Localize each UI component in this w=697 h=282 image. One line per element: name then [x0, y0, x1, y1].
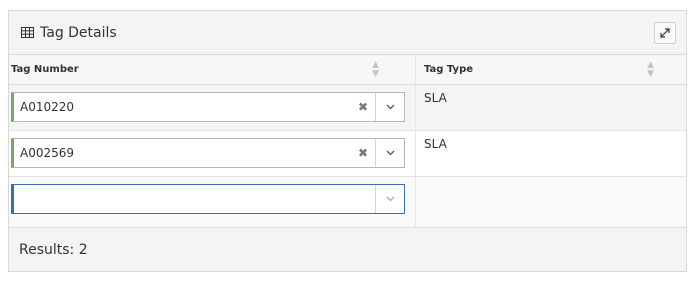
tag-number-combobox[interactable]: A010220 ✖: [11, 92, 405, 122]
tag-number-cell: [9, 176, 416, 228]
new-tag-number-combobox[interactable]: [11, 184, 405, 214]
sort-icon[interactable]: ▲ ▼: [647, 60, 654, 79]
chevron-down-icon: [386, 150, 394, 156]
dropdown-button[interactable]: [375, 139, 404, 167]
table-row: [9, 176, 686, 228]
tag-number-value[interactable]: A002569: [14, 146, 351, 160]
tag-details-panel: Tag Details Tag Number ▲▼ Tag Type ▲▼: [8, 10, 687, 272]
dropdown-button[interactable]: [375, 93, 404, 121]
results-count: Results: 2: [19, 241, 88, 258]
tag-number-cell: A002569 ✖: [9, 130, 416, 177]
expand-button[interactable]: [654, 21, 676, 44]
chevron-down-icon: [386, 104, 394, 110]
panel-header: Tag Details: [9, 11, 686, 55]
column-label: Tag Number: [11, 64, 79, 75]
close-icon[interactable]: ✖: [351, 100, 375, 114]
table-row: A010220 ✖ SLA: [9, 84, 686, 131]
tag-type-cell: SLA: [415, 84, 686, 131]
tag-number-value[interactable]: A010220: [14, 100, 351, 114]
tag-number-combobox[interactable]: A002569 ✖: [11, 138, 405, 168]
results-footer: Results: 2: [9, 227, 686, 271]
close-icon[interactable]: ✖: [351, 146, 375, 160]
sort-icon[interactable]: ▲ ▼: [372, 60, 379, 79]
tag-table: Tag Number ▲ ▼ Tag Type ▲ ▼ A010220 ✖ SL…: [9, 55, 686, 228]
expand-icon: [660, 27, 670, 38]
tag-number-cell: A010220 ✖: [9, 84, 416, 131]
column-header-tag-type[interactable]: Tag Type ▲ ▼: [415, 55, 686, 85]
table-header-row: Tag Number ▲ ▼ Tag Type ▲ ▼: [9, 55, 686, 85]
dropdown-button[interactable]: [375, 185, 404, 213]
panel-title: Tag Details: [40, 24, 117, 41]
tag-type-cell: [415, 176, 686, 228]
table-row: A002569 ✖ SLA: [9, 130, 686, 177]
chevron-down-icon: [386, 196, 394, 202]
tag-type-cell: SLA: [415, 130, 686, 177]
column-label: Tag Type: [424, 64, 474, 75]
grid-icon: [21, 27, 34, 38]
column-header-tag-number[interactable]: Tag Number ▲ ▼: [9, 55, 416, 85]
